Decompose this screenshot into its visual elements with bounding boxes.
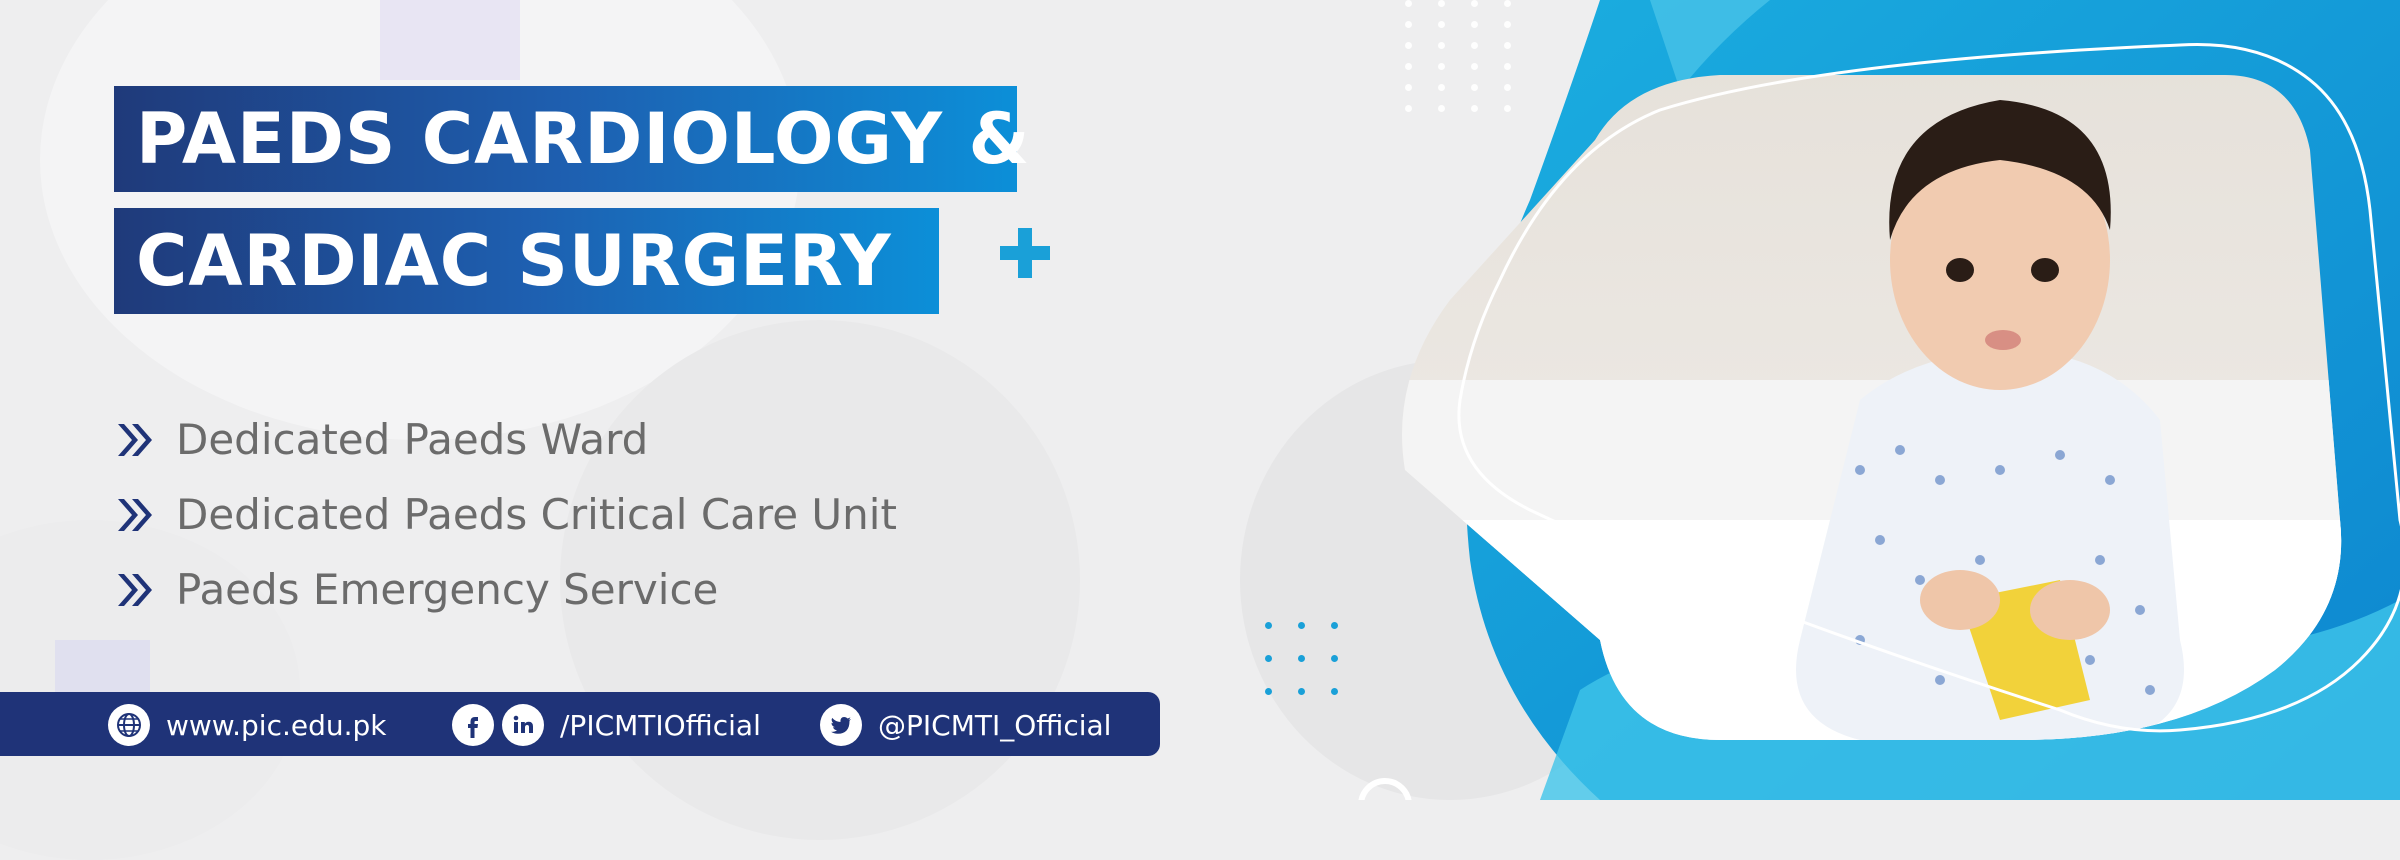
twitter-icon (820, 704, 862, 746)
website-text: www.pic.edu.pk (166, 708, 387, 742)
plus-icon (1000, 228, 1050, 278)
twitter-link[interactable]: @PICMTI_Official (820, 704, 1111, 746)
dot-grid (1405, 0, 1511, 112)
linkedin-icon[interactable] (502, 704, 544, 746)
globe-icon (108, 704, 150, 746)
dot-grid (1265, 622, 1338, 695)
feature-list: Dedicated Paeds Ward Dedicated Paeds Cri… (114, 402, 897, 627)
title-line-1: PAEDS CARDIOLOGY & (114, 86, 1030, 192)
list-item: Dedicated Paeds Ward (114, 402, 897, 477)
list-item: Paeds Emergency Service (114, 552, 897, 627)
contact-bar: www.pic.edu.pk /PICMTIOfficial @PICMTI_O… (0, 692, 1160, 756)
feature-label: Dedicated Paeds Ward (176, 415, 649, 464)
website-link[interactable]: www.pic.edu.pk (108, 704, 387, 746)
photo-frame (1358, 0, 2400, 800)
twitter-handle-text: @PICMTI_Official (878, 708, 1112, 742)
title-line-2: CARDIAC SURGERY (114, 208, 939, 314)
chevron-double-right-icon (118, 573, 152, 606)
chevron-double-right-icon (118, 423, 152, 456)
title-text: PAEDS CARDIOLOGY & (136, 98, 1031, 180)
facebook-icon[interactable] (452, 704, 494, 746)
list-item: Dedicated Paeds Critical Care Unit (114, 477, 897, 552)
feature-label: Dedicated Paeds Critical Care Unit (176, 490, 897, 539)
ring-decoration (1358, 778, 1412, 800)
feature-label: Paeds Emergency Service (176, 565, 719, 614)
decorative-square (380, 0, 520, 80)
social-handle-text: /PICMTIOfficial (560, 708, 761, 742)
title-text: CARDIAC SURGERY (136, 220, 892, 302)
chevron-double-right-icon (118, 498, 152, 531)
social-links[interactable]: /PICMTIOfficial (452, 704, 761, 746)
